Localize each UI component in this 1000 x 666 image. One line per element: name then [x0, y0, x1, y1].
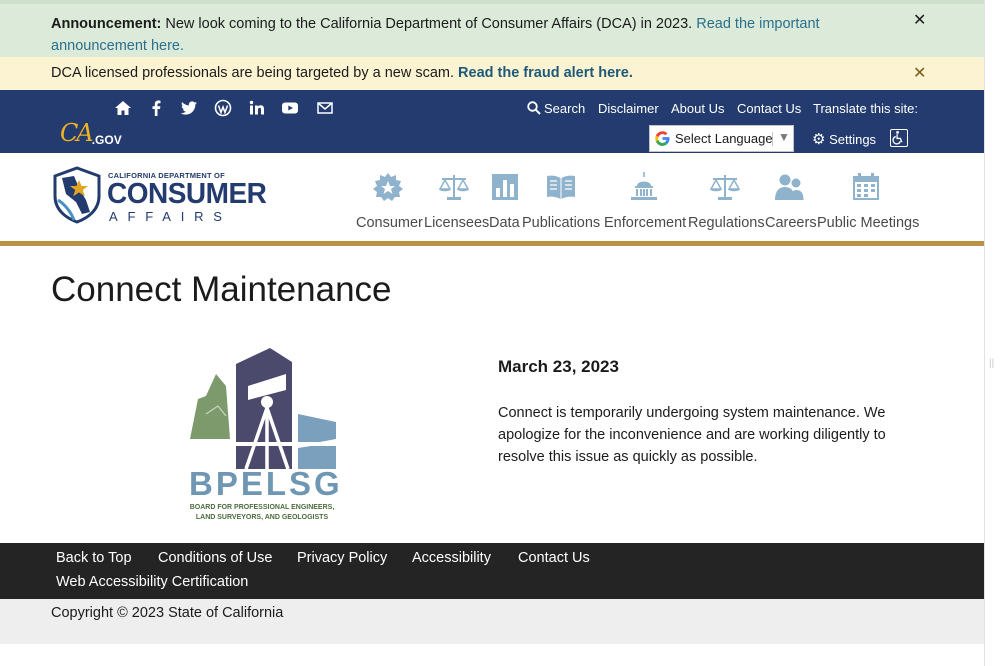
nav-public-meetings[interactable]: Public Meetings [817, 172, 920, 231]
language-select-divider [772, 132, 773, 146]
footer-link-privacy-policy[interactable]: Privacy Policy [297, 550, 387, 566]
ca-gov-ca: CA [60, 119, 94, 147]
chevron-down-icon: ▼ [778, 130, 790, 144]
announcement-message: New look coming to the California Depart… [165, 16, 693, 32]
bpelsg-building-icon [186, 348, 338, 470]
nav-label: Regulations [688, 215, 765, 231]
search-icon[interactable] [527, 101, 541, 115]
copyright-text: Copyright © 2023 State of California [51, 605, 284, 621]
ca-gov-logo[interactable]: CA.GOV [60, 119, 122, 147]
contact-us-link[interactable]: Contact Us [737, 101, 801, 116]
fraud-alert-link[interactable]: Read the fraud alert here. [458, 65, 633, 81]
scales-icon [709, 175, 741, 200]
nav-consumer[interactable]: Consumer [356, 172, 423, 231]
accessibility-icon[interactable] [890, 129, 908, 147]
scales-icon [438, 175, 470, 200]
close-icon[interactable]: ✕ [913, 63, 926, 83]
nav-label: Publications [522, 215, 601, 231]
footer-link-conditions-of-use[interactable]: Conditions of Use [158, 550, 272, 566]
youtube-icon[interactable] [281, 99, 299, 117]
settings-label: Settings [829, 132, 877, 147]
bpelsg-subtitle-line2: LAND SURVEYORS, AND GEOLOGISTS [195, 514, 329, 521]
google-icon [655, 131, 670, 146]
dca-logo-line2: CONSUMER [107, 177, 267, 210]
close-icon[interactable]: ✕ [913, 10, 926, 30]
book-icon [547, 175, 575, 199]
nav-publications[interactable]: Publications [522, 172, 600, 231]
bpelsg-name: BPELSG [189, 465, 343, 502]
calendar-icon [853, 173, 879, 200]
page-title: Connect Maintenance [51, 270, 392, 309]
browser-edge [984, 0, 1000, 666]
nav-regulations[interactable]: Regulations [688, 172, 765, 231]
language-select-label: Select Language [675, 131, 773, 146]
resize-handle[interactable]: || [989, 358, 994, 369]
translate-label: Translate this site: [813, 101, 919, 116]
page: Announcement: New look coming to the Cal… [0, 0, 984, 666]
home-icon[interactable] [114, 99, 132, 117]
fraud-alert-text: DCA licensed professionals are being tar… [51, 64, 633, 83]
announcement-text: Announcement: New look coming to the Cal… [51, 13, 891, 57]
facebook-icon[interactable] [147, 99, 165, 117]
nav-label: Data [489, 215, 520, 231]
bpelsg-logo: BPELSG BOARD FOR PROFESSIONAL ENGINEERS,… [186, 344, 343, 529]
dca-logo[interactable]: CALIFORNIA DEPARTMENT OF CONSUMER AFFAIR… [52, 166, 267, 228]
language-select[interactable]: Select Language ▼ [649, 125, 794, 152]
badge-icon [372, 173, 403, 201]
footer-nav: Back to Top Conditions of Use Privacy Po… [0, 543, 984, 599]
wordpress-icon[interactable] [214, 99, 232, 117]
nav-careers[interactable]: Careers [765, 172, 817, 231]
bpelsg-subtitle-line1: BOARD FOR PROFESSIONAL ENGINEERS, [189, 504, 335, 511]
nav-label: Enforcement [604, 215, 687, 231]
settings-button[interactable]: ⚙ Settings [812, 130, 876, 148]
ca-gov-gov: .GOV [91, 133, 122, 147]
bar-chart-icon [492, 174, 518, 200]
search-link[interactable]: Search [544, 101, 585, 116]
announcement-bar: Announcement: New look coming to the Cal… [0, 0, 984, 57]
twitter-icon[interactable] [180, 99, 198, 117]
footer-link-accessibility[interactable]: Accessibility [412, 550, 491, 566]
nav-licensees[interactable]: Licensees [424, 172, 490, 231]
about-us-link[interactable]: About Us [671, 101, 724, 116]
footer-link-back-to-top[interactable]: Back to Top [56, 550, 132, 566]
fraud-alert-message: DCA licensed professionals are being tar… [51, 65, 454, 81]
dca-shield-icon [53, 166, 101, 224]
maintenance-date: March 23, 2023 [498, 357, 619, 376]
footer-link-contact-us[interactable]: Contact Us [518, 550, 590, 566]
maintenance-message: Connect is temporarily undergoing system… [498, 405, 886, 465]
people-icon [775, 174, 804, 200]
nav-label: Careers [765, 215, 817, 231]
nav-enforcement[interactable]: Enforcement [604, 172, 687, 231]
capitol-icon [631, 172, 657, 200]
email-icon[interactable] [316, 99, 334, 117]
nav-label: Consumer [356, 215, 423, 231]
nav-divider [0, 241, 984, 246]
fraud-alert-bar: DCA licensed professionals are being tar… [0, 57, 984, 90]
gear-icon: ⚙ [812, 131, 826, 148]
wheelchair-icon [892, 130, 903, 145]
nav-label: Public Meetings [817, 215, 920, 231]
announcement-label: Announcement: [51, 16, 162, 32]
nav-data[interactable]: Data [489, 172, 520, 231]
disclaimer-link[interactable]: Disclaimer [598, 101, 659, 116]
nav-label: Licensees [424, 215, 490, 231]
dca-logo-line3: AFFAIRS [109, 209, 232, 224]
linkedin-icon[interactable] [248, 99, 266, 117]
footer-link-web-accessibility-certification[interactable]: Web Accessibility Certification [56, 574, 248, 590]
